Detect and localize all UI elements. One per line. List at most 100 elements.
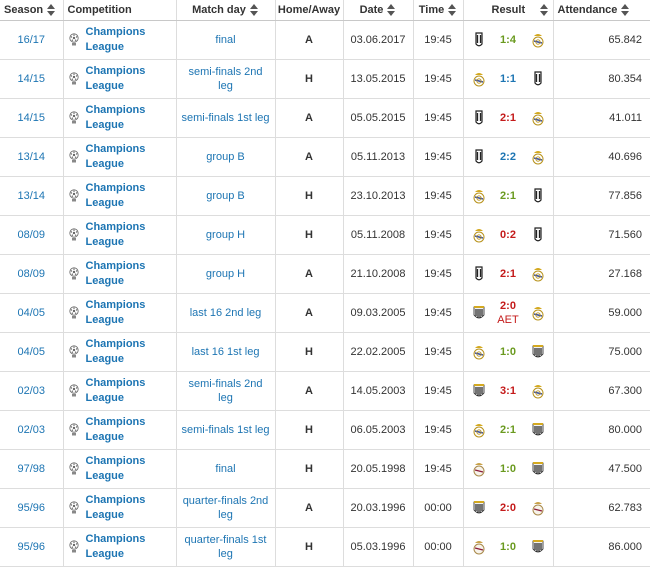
away-team-juventus-crest-icon[interactable] (531, 71, 545, 87)
season-cell[interactable]: 02/03 (0, 371, 63, 411)
score-link[interactable]: 0:2 (486, 228, 531, 242)
score-link[interactable]: 1:0 (486, 540, 531, 554)
home-team-juventus-crest-icon[interactable] (472, 110, 486, 126)
homeaway-cell: H (274, 527, 343, 567)
sort-icon[interactable] (620, 4, 630, 16)
season-cell[interactable]: 08/09 (0, 254, 63, 294)
competition-link[interactable]: Champions League (86, 376, 172, 406)
home-team-juventus-crest-icon[interactable] (472, 32, 486, 48)
matchday-cell[interactable]: group H (175, 215, 275, 255)
matchday-cell[interactable]: final (175, 449, 275, 489)
score-link[interactable]: 2:2 (486, 150, 531, 164)
competition-link[interactable]: Champions League (86, 337, 172, 367)
score-link[interactable]: 2:0 (486, 501, 531, 515)
competition-link[interactable]: Champions League (86, 259, 172, 289)
score-link[interactable]: 1:0 (486, 345, 531, 359)
away-team-juventus-old-crest-icon[interactable] (531, 344, 545, 360)
season-cell[interactable]: 02/03 (0, 410, 63, 450)
season-cell[interactable]: 95/96 (0, 488, 63, 528)
away-team-juventus-crest-icon[interactable] (531, 227, 545, 243)
away-team-real-madrid-crest-icon[interactable] (531, 383, 545, 399)
away-team-real-madrid-crest-icon[interactable] (531, 266, 545, 282)
date-header[interactable]: Date (342, 0, 413, 21)
matchday-header[interactable]: Match day (175, 0, 275, 21)
home-team-juventus-crest-icon[interactable] (472, 266, 486, 282)
competition-link[interactable]: Champions League (86, 532, 172, 562)
season-cell[interactable]: 95/96 (0, 527, 63, 567)
matchday-cell[interactable]: semi-finals 2nd leg (175, 59, 275, 99)
season-cell[interactable]: 08/09 (0, 215, 63, 255)
score-link[interactable]: 2:1 (486, 111, 531, 125)
away-team-real-madrid-old-crest-icon[interactable] (531, 500, 545, 516)
matchday-cell[interactable]: group B (175, 137, 275, 177)
score-link[interactable]: 2:1 (486, 267, 531, 281)
competition-link[interactable]: Champions League (86, 220, 172, 250)
season-header[interactable]: Season (0, 0, 63, 21)
score-block: 1:4 (486, 33, 531, 47)
home-team-real-madrid-old-crest-icon[interactable] (472, 461, 486, 477)
competition-link[interactable]: Champions League (86, 493, 172, 523)
matchday-cell[interactable]: last 16 2nd leg (175, 293, 275, 333)
season-cell[interactable]: 13/14 (0, 176, 63, 216)
away-team-juventus-old-crest-icon[interactable] (531, 461, 545, 477)
competition-link[interactable]: Champions League (86, 103, 172, 133)
competition-link[interactable]: Champions League (86, 181, 172, 211)
competition-link[interactable]: Champions League (86, 64, 172, 94)
sort-icon[interactable] (447, 4, 457, 16)
matchday-cell[interactable]: final (175, 20, 275, 60)
score-link[interactable]: 1:4 (486, 33, 531, 47)
season-cell[interactable]: 14/15 (0, 59, 63, 99)
away-team-juventus-old-crest-icon[interactable] (531, 422, 545, 438)
matchday-cell[interactable]: group H (175, 254, 275, 294)
away-team-real-madrid-crest-icon[interactable] (531, 110, 545, 126)
home-team-juventus-old-crest-icon[interactable] (472, 500, 486, 516)
matchday-cell[interactable]: semi-finals 2nd leg (175, 371, 275, 411)
competition-link[interactable]: Champions League (86, 415, 172, 445)
away-team-real-madrid-crest-icon[interactable] (531, 32, 545, 48)
matchday-cell[interactable]: last 16 1st leg (175, 332, 275, 372)
season-cell[interactable]: 04/05 (0, 293, 63, 333)
competition-link[interactable]: Champions League (86, 142, 172, 172)
matchday-cell[interactable]: quarter-finals 2nd leg (175, 488, 275, 528)
home-team-real-madrid-crest-icon[interactable] (472, 227, 486, 243)
season-cell[interactable]: 13/14 (0, 137, 63, 177)
home-team-real-madrid-crest-icon[interactable] (472, 344, 486, 360)
score-link[interactable]: 2:0 (486, 299, 531, 313)
result-header[interactable]: Result (462, 0, 553, 21)
time-header-label: Time (418, 4, 445, 16)
table-row: 02/03 Champions League semi-finals 2nd leg… (0, 371, 650, 411)
sort-icon[interactable] (386, 4, 396, 16)
season-cell[interactable]: 16/17 (0, 20, 63, 60)
home-team-juventus-crest-icon[interactable] (472, 149, 486, 165)
competition-link[interactable]: Champions League (86, 25, 172, 55)
score-link[interactable]: 1:0 (486, 462, 531, 476)
home-team-real-madrid-crest-icon[interactable] (472, 422, 486, 438)
season-cell[interactable]: 14/15 (0, 98, 63, 138)
home-team-real-madrid-old-crest-icon[interactable] (472, 539, 486, 555)
away-team-juventus-crest-icon[interactable] (531, 188, 545, 204)
sort-icon[interactable] (539, 4, 549, 16)
matchday-cell[interactable]: quarter-finals 1st leg (175, 527, 275, 567)
attendance-header[interactable]: Attendance (552, 0, 650, 21)
time-header[interactable]: Time (412, 0, 463, 21)
score-link[interactable]: 2:1 (486, 423, 531, 437)
away-team-real-madrid-crest-icon[interactable] (531, 149, 545, 165)
sort-icon[interactable] (249, 4, 259, 16)
score-link[interactable]: 2:1 (486, 189, 531, 203)
away-team-real-madrid-crest-icon[interactable] (531, 305, 545, 321)
score-link[interactable]: 1:1 (486, 72, 531, 86)
score-link[interactable]: 3:1 (486, 384, 531, 398)
matchday-cell[interactable]: semi-finals 1st leg (175, 98, 275, 138)
home-team-juventus-old-crest-icon[interactable] (472, 383, 486, 399)
home-team-real-madrid-crest-icon[interactable] (472, 188, 486, 204)
competition-link[interactable]: Champions League (86, 298, 172, 328)
matchday-cell[interactable]: group B (175, 176, 275, 216)
season-cell[interactable]: 97/98 (0, 449, 63, 489)
sort-icon[interactable] (46, 4, 56, 16)
season-cell[interactable]: 04/05 (0, 332, 63, 372)
home-team-real-madrid-crest-icon[interactable] (472, 71, 486, 87)
competition-link[interactable]: Champions League (86, 454, 172, 484)
away-team-juventus-old-crest-icon[interactable] (531, 539, 545, 555)
matchday-cell[interactable]: semi-finals 1st leg (175, 410, 275, 450)
home-team-juventus-old-crest-icon[interactable] (472, 305, 486, 321)
